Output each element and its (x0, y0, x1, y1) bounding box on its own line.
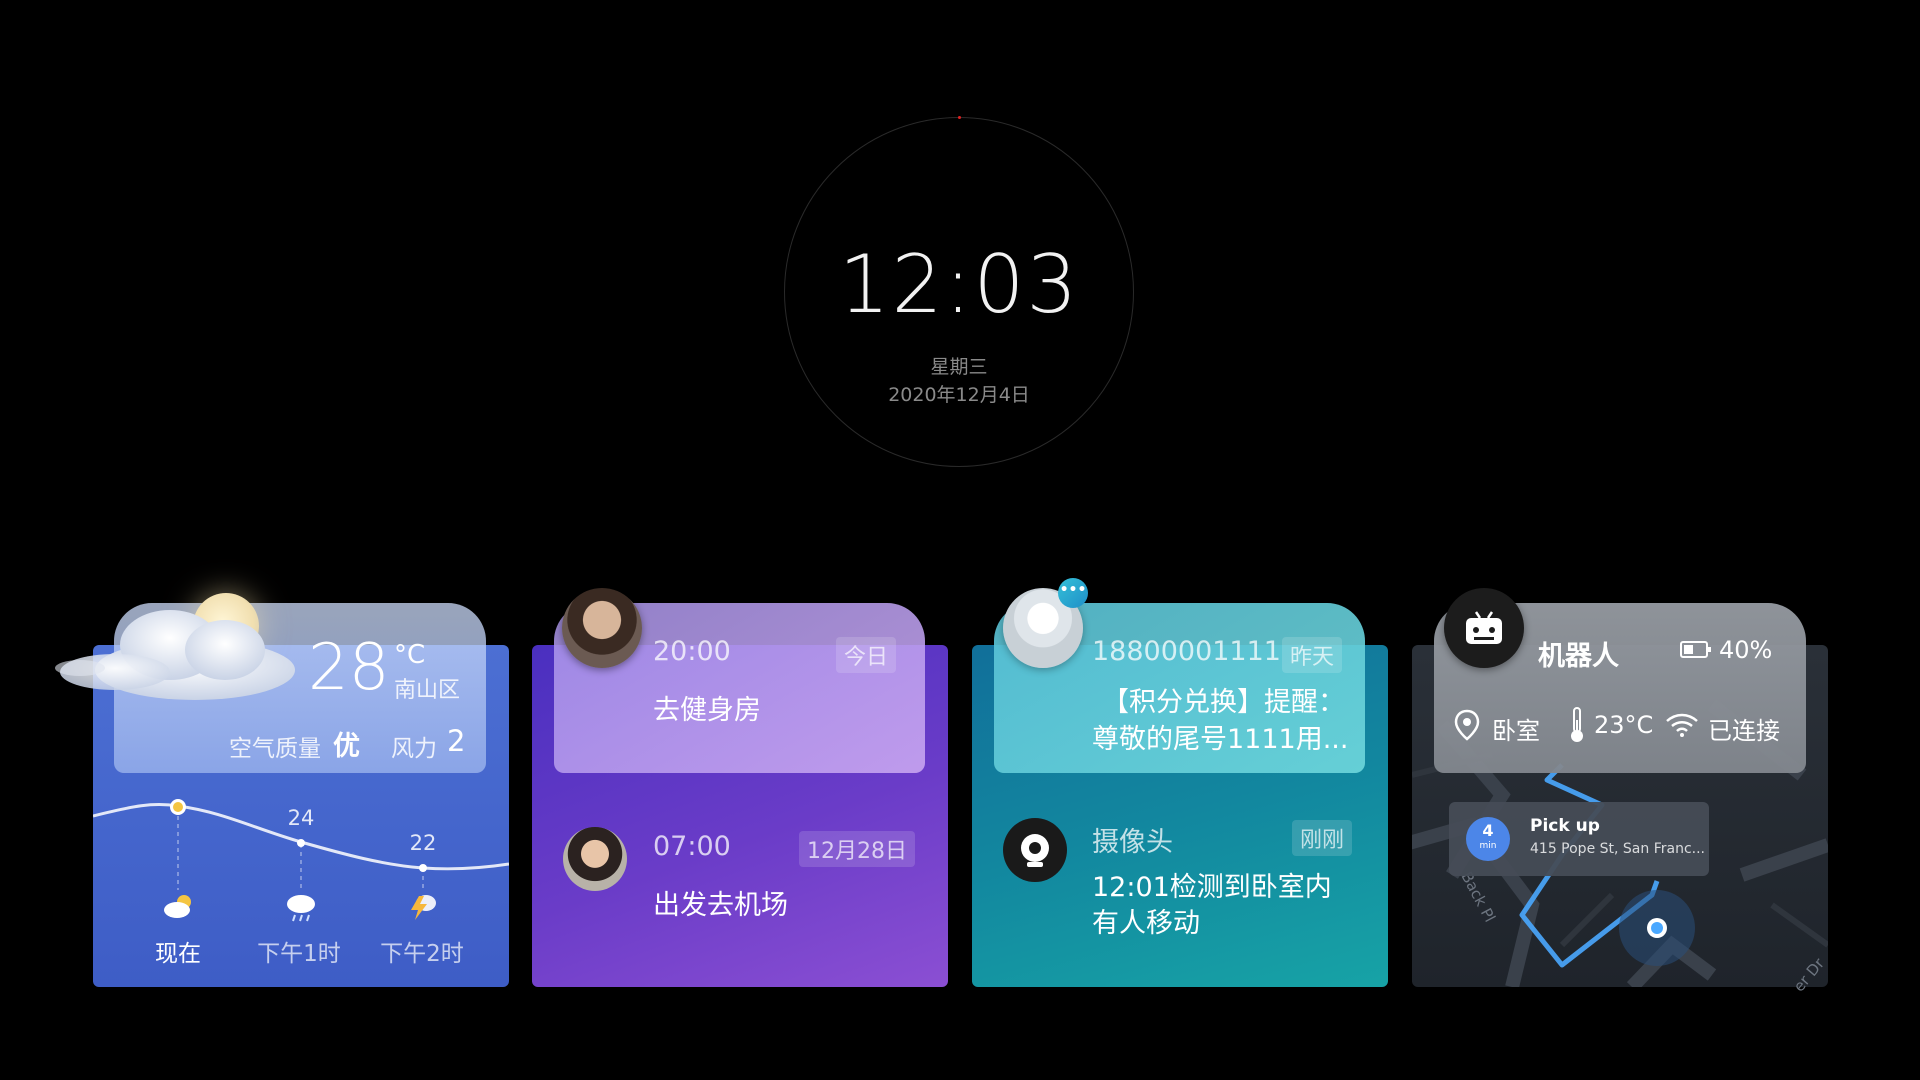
air-quality-label: 空气质量 (229, 736, 321, 762)
robot-wifi-status: 已连接 (1708, 717, 1780, 745)
camera-line-2: 有人移动 (1092, 908, 1200, 939)
wind-label: 风力 (391, 736, 437, 762)
thunder-icon (411, 895, 436, 920)
robot-name: 机器人 (1538, 641, 1619, 672)
robot-icon (1444, 588, 1524, 668)
pickup-address: 415 Pope St, San Franc... (1530, 841, 1705, 857)
sms-sender: 18800001111 (1092, 636, 1281, 667)
schedule-time-2: 07:00 (653, 831, 731, 862)
wifi-icon (1666, 713, 1698, 737)
district-name: 南山区 (394, 678, 461, 703)
clock-time: 12:03 (838, 238, 1080, 331)
schedule-tag-1: 今日 (836, 637, 897, 673)
eta-badge: 4 min (1466, 817, 1510, 861)
thermometer-icon (1571, 707, 1583, 742)
air-quality-value: 优 (333, 731, 360, 762)
avatar-girl (563, 827, 627, 891)
cloud-icon (55, 610, 295, 700)
schedule-time-1: 20:00 (653, 636, 731, 667)
eta-number: 4 (1482, 821, 1494, 840)
schedule-title-1: 去健身房 (653, 695, 761, 726)
eta-unit: min (1479, 841, 1497, 851)
camera-icon (1003, 818, 1067, 882)
location-pin-icon (1454, 709, 1480, 741)
forecast-temp-2: 22 (409, 831, 437, 855)
partly-cloudy-icon (164, 895, 191, 918)
sms-line-2: 尊敬的尾号1111用... (1092, 724, 1349, 755)
chat-bubble-icon: ••• (1058, 578, 1088, 608)
forecast-label-1pm: 下午1时 (257, 941, 341, 967)
schedule-tag-2: 12月28日 (799, 831, 915, 867)
temperature-unit: °C (394, 640, 426, 670)
camera-tag: 刚刚 (1292, 820, 1353, 856)
camera-title: 摄像头 (1092, 827, 1173, 858)
rain-cloud-icon (287, 895, 315, 922)
forecast-temp-1: 24 (287, 806, 315, 830)
robot-temperature: 23°C (1594, 711, 1654, 739)
avatar-woman (562, 588, 642, 668)
sms-tag: 昨天 (1282, 637, 1343, 673)
forecast-label-2pm: 下午2时 (380, 941, 464, 967)
sms-line-1: 【积分兑换】提醒： (1102, 687, 1345, 718)
clock-date: 2020年12月4日 (888, 384, 1030, 406)
clock-second-dot (958, 116, 961, 119)
battery-level: 40% (1719, 636, 1773, 664)
robot-location: 卧室 (1492, 717, 1540, 745)
battery-icon (1680, 641, 1711, 658)
schedule-title-2: 出发去机场 (653, 890, 788, 921)
pickup-title: Pick up (1530, 816, 1600, 836)
temperature-value: 28 (308, 631, 390, 705)
forecast-label-now: 现在 (155, 941, 201, 967)
camera-line-1: 12:01检测到卧室内 (1092, 872, 1332, 903)
wind-value: 2 (447, 724, 466, 758)
clock-weekday: 星期三 (930, 356, 988, 378)
